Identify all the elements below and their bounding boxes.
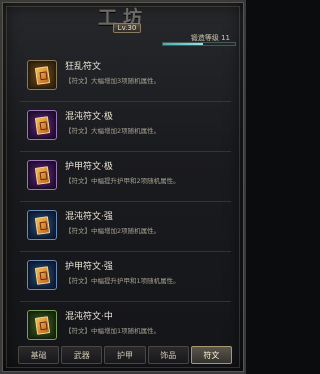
item-description: 【符文】中幅增加2项随机属性。 (65, 227, 161, 235)
item-description: 【符文】中幅提升护甲和1项随机属性。 (65, 277, 180, 285)
item-description: 【符文】中幅提升护甲和2项随机属性。 (65, 177, 180, 185)
rune-item[interactable]: 混沌符文·中 【符文】中幅增加1项随机属性。 (20, 302, 231, 340)
item-name: 混沌符文·强 (65, 212, 113, 222)
rune-item[interactable]: 混沌符文·极 【符文】大幅增加2项随机属性。 (20, 102, 231, 152)
rune-item[interactable]: 狂乱符文 【符文】大幅增加3项随机属性。 (20, 52, 231, 102)
item-name: 护甲符文·极 (65, 162, 113, 172)
forge-progress-fill (163, 43, 203, 45)
rune-item[interactable]: 混沌符文·强 【符文】中幅增加2项随机属性。 (20, 202, 231, 252)
item-description: 【符文】大幅增加3项随机属性。 (65, 77, 161, 85)
item-name: 护甲符文·强 (65, 262, 113, 272)
rune-icon (34, 216, 51, 235)
tab-weapon[interactable]: 武器 (61, 346, 103, 364)
item-slot[interactable] (27, 310, 57, 340)
rune-icon (34, 266, 51, 285)
item-slot[interactable] (27, 110, 57, 140)
rune-icon (34, 166, 51, 185)
item-name: 混沌符文·中 (65, 312, 113, 322)
item-slot[interactable] (27, 260, 57, 290)
item-description: 【符文】中幅增加1项随机属性。 (65, 327, 161, 335)
tab-basic[interactable]: 基础 (18, 346, 60, 364)
workshop-window: 工坊 Lv.30 锻造等级 11 狂乱符文 【符文】大幅增加3项随机属性。 混沌… (0, 0, 246, 374)
rune-icon (34, 116, 51, 135)
item-slot[interactable] (27, 210, 57, 240)
level-badge: Lv.30 (113, 23, 141, 33)
item-name: 混沌符文·极 (65, 112, 113, 122)
tab-rune[interactable]: 符文 (190, 346, 233, 364)
category-tabs: 基础 武器 护甲 饰品 符文 (18, 346, 233, 364)
rune-list[interactable]: 狂乱符文 【符文】大幅增加3项随机属性。 混沌符文·极 【符文】大幅增加2项随机… (20, 52, 231, 340)
item-slot[interactable] (27, 160, 57, 190)
tab-accessory[interactable]: 饰品 (147, 346, 189, 364)
item-name: 狂乱符文 (65, 62, 102, 72)
item-description: 【符文】大幅增加2项随机属性。 (65, 127, 161, 135)
rune-item[interactable]: 护甲符文·极 【符文】中幅提升护甲和2项随机属性。 (20, 152, 231, 202)
rune-icon (34, 66, 51, 85)
rune-item[interactable]: 护甲符文·强 【符文】中幅提升护甲和1项随机属性。 (20, 252, 231, 302)
rune-icon (34, 316, 51, 335)
forge-progress-bar (162, 42, 236, 46)
item-slot[interactable] (27, 60, 57, 90)
tab-armor[interactable]: 护甲 (104, 346, 146, 364)
